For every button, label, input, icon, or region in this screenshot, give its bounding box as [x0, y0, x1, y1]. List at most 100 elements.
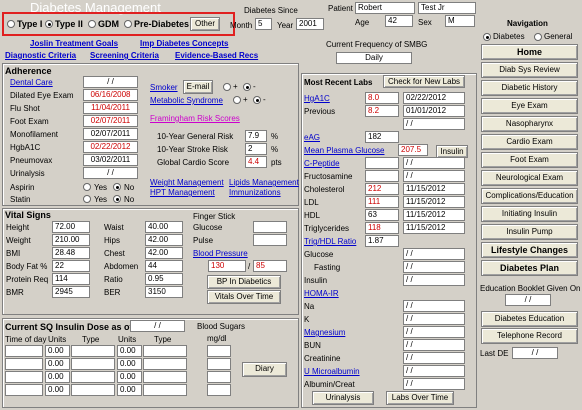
nav-button[interactable]: Neurological Exam [481, 170, 578, 186]
lab-label[interactable]: Magnesium [304, 328, 345, 337]
lab-value-field[interactable]: 182 [365, 131, 399, 143]
blood-sugar-field[interactable] [207, 358, 231, 370]
adherence-date-field[interactable]: 06/16/2008 [83, 89, 138, 101]
vital-field[interactable]: 114 [52, 273, 90, 285]
nav-button[interactable]: Eye Exam [481, 98, 578, 114]
adherence-date-field[interactable]: / / [83, 76, 138, 88]
pulse-field[interactable] [253, 234, 287, 246]
insulin-type-field[interactable] [143, 384, 187, 396]
vital-field[interactable]: 22 [52, 260, 90, 272]
nav-button[interactable]: Cardio Exam [481, 134, 578, 150]
stroke-risk-field[interactable]: 2 [245, 143, 267, 155]
vital-field[interactable]: 44 [145, 260, 183, 272]
evidence-based-recs-link[interactable]: Evidence-Based Recs [175, 51, 258, 60]
blood-sugar-field[interactable] [207, 384, 231, 396]
insulin-type-field[interactable] [71, 345, 115, 357]
labs-over-time-button[interactable]: Labs Over Time [386, 391, 454, 405]
insulin-time-field[interactable] [5, 371, 43, 383]
bp-diastolic-field[interactable]: 85 [253, 260, 287, 272]
lab-value-field[interactable]: 212 [365, 183, 399, 195]
insulin-type-field[interactable] [143, 358, 187, 370]
vital-field[interactable]: 28.48 [52, 247, 90, 259]
insulin-type-field[interactable] [71, 358, 115, 370]
blood-sugar-field[interactable] [207, 345, 231, 357]
type-radio-1[interactable] [45, 20, 53, 28]
year-field[interactable]: 2001 [296, 18, 324, 30]
lab-date-field[interactable]: / / [403, 300, 465, 312]
adherence-label[interactable]: Dental Care [10, 78, 53, 87]
lab-label[interactable]: C-Peptide [304, 159, 340, 168]
lab-date-field[interactable]: / / [403, 170, 465, 182]
lab-date-field[interactable]: / / [403, 248, 465, 260]
lab-date-field[interactable]: 11/15/2012 [403, 209, 465, 221]
lab-value-field[interactable] [365, 157, 399, 169]
adherence-date-field[interactable]: 02/07/2011 [83, 128, 138, 140]
telephone-record-button[interactable]: Telephone Record [481, 328, 578, 344]
type-radio-3[interactable] [124, 20, 132, 28]
lab-label[interactable]: eAG [304, 133, 320, 142]
nav-button[interactable]: Complications/Education [481, 188, 578, 204]
hpt-management-link[interactable]: HPT Management [150, 188, 215, 197]
insulin-time-field[interactable] [5, 358, 43, 370]
email-button[interactable]: E-mail [183, 80, 213, 94]
lab-label[interactable]: Trig/HDL Ratio [304, 237, 356, 246]
nav-general-radio[interactable] [534, 33, 542, 41]
month-field[interactable]: 5 [255, 18, 272, 30]
nav-button[interactable]: Home [481, 44, 578, 60]
smoker-minus-radio[interactable] [243, 83, 251, 91]
lab-value-field[interactable]: 118 [365, 222, 399, 234]
lab-date-field[interactable]: / / [403, 378, 465, 390]
type-radio-0[interactable] [7, 20, 15, 28]
lab-date-field[interactable]: 11/15/2012 [403, 196, 465, 208]
statin-yes-radio[interactable] [83, 195, 91, 203]
nav-diabetes-radio[interactable] [483, 33, 491, 41]
vital-field[interactable]: 72.00 [52, 221, 90, 233]
immunizations-link[interactable]: Immunizations [229, 188, 281, 197]
adherence-date-field[interactable]: / / [83, 167, 138, 179]
vital-field[interactable]: 40.00 [145, 221, 183, 233]
type-other-button[interactable]: Other [190, 17, 220, 31]
urinalysis-button[interactable]: Urinalysis [312, 391, 374, 405]
vital-field[interactable]: 42.00 [145, 234, 183, 246]
statin-no-radio[interactable] [113, 195, 121, 203]
lab-date-field[interactable]: 11/15/2012 [403, 222, 465, 234]
vitals-over-time-button[interactable]: Vitals Over Time [207, 290, 281, 304]
weight-management-link[interactable]: Weight Management [150, 178, 224, 187]
lab-date-field[interactable]: / / [403, 326, 465, 338]
insulin-units-field[interactable]: 0.00 [117, 384, 142, 396]
lab-value-field[interactable]: 8.0 [365, 92, 399, 104]
metabolic-minus-radio[interactable] [253, 96, 261, 104]
metabolic-syndrome-link[interactable]: Metabolic Syndrome [150, 96, 223, 105]
adherence-date-field[interactable]: 11/04/2011 [83, 102, 138, 114]
lab-date-field[interactable]: 02/22/2012 [403, 92, 465, 104]
check-new-labs-button[interactable]: Check for New Labs [383, 75, 465, 88]
blood-sugar-field[interactable] [207, 371, 231, 383]
bp-systolic-field[interactable]: 130 [208, 260, 246, 272]
nav-button[interactable]: Diabetes Plan [481, 260, 578, 276]
insulin-type-field[interactable] [71, 371, 115, 383]
imp-diabetes-concepts-link[interactable]: Imp Diabetes Concepts [140, 39, 228, 48]
insulin-units-field[interactable]: 0.00 [45, 371, 70, 383]
nav-button[interactable]: Lifestyle Changes [481, 242, 578, 258]
insulin-type-field[interactable] [143, 345, 187, 357]
insulin-units-field[interactable]: 0.00 [117, 371, 142, 383]
lipids-management-link[interactable]: Lipids Management [229, 178, 299, 187]
smbg-field[interactable]: Daily [336, 52, 412, 64]
nav-button[interactable]: Diab Sys Review [481, 62, 578, 78]
diary-button[interactable]: Diary [242, 362, 287, 377]
lab-date-field[interactable]: / / [403, 365, 465, 377]
smoker-plus-radio[interactable] [223, 83, 231, 91]
bp-in-diabetics-button[interactable]: BP In Diabetics [207, 275, 281, 289]
lab-value-field[interactable] [365, 170, 399, 182]
lab-value-field[interactable]: 1.87 [365, 235, 399, 247]
insulin-units-field[interactable]: 0.00 [45, 345, 70, 357]
lab-label[interactable]: HgA1C [304, 94, 330, 103]
insulin-button[interactable]: Insulin [436, 145, 468, 158]
cardio-score-field[interactable]: 4.4 [245, 156, 267, 168]
lab-date-field[interactable]: / / [403, 157, 465, 169]
general-risk-field[interactable]: 7.9 [245, 130, 267, 142]
lab-date-field[interactable]: 11/15/2012 [403, 183, 465, 195]
lab-date-field[interactable]: / / [403, 339, 465, 351]
adherence-date-field[interactable]: 03/02/2011 [83, 154, 138, 166]
lab-date-field[interactable]: 01/01/2012 [403, 105, 465, 117]
